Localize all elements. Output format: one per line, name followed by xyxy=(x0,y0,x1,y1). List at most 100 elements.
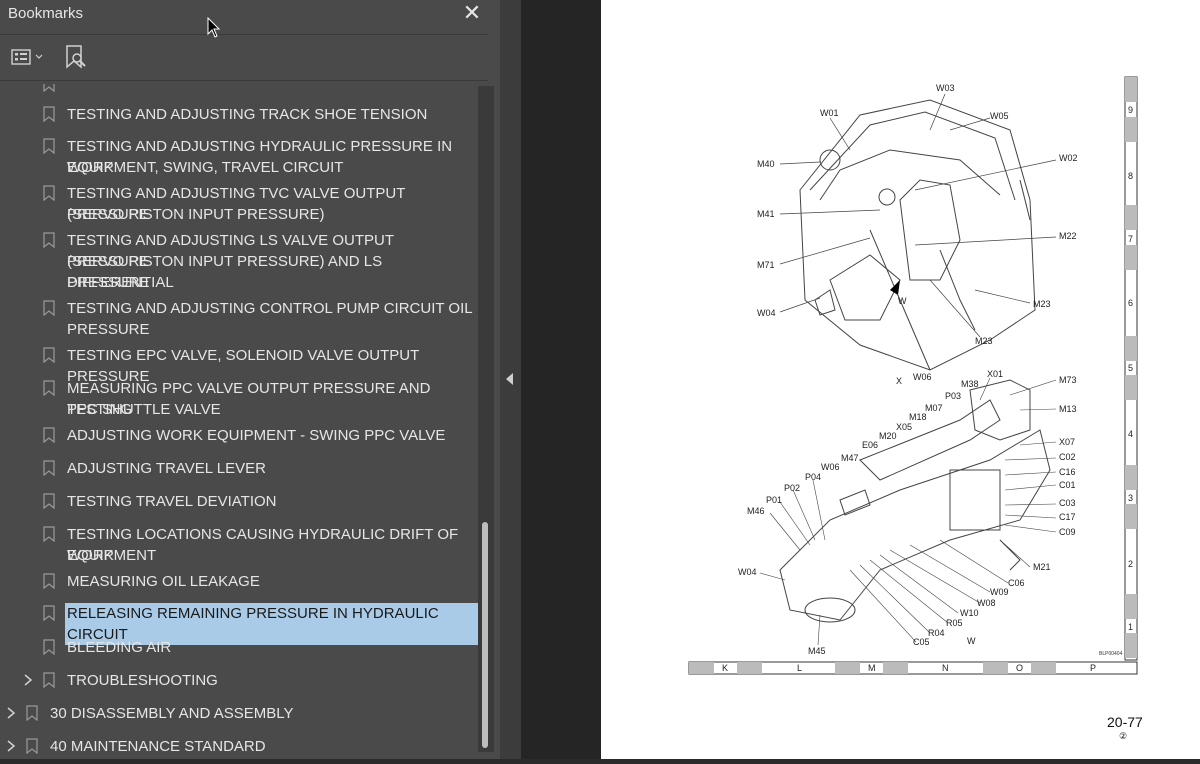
list-item[interactable]: TESTING AND ADJUSTING CONTROL PUMP CIRCU… xyxy=(0,298,478,342)
document-page: W03 W01 W05 M40 W02 M41 M22 M71 W W04 M2… xyxy=(601,0,1200,759)
diagram-label: W09 xyxy=(990,587,1009,597)
list-item[interactable]: ADJUSTING TRAVEL LEVER xyxy=(0,458,478,482)
border-number: 9 xyxy=(1128,105,1133,115)
panel-header: Bookmarks ✕ xyxy=(0,0,500,34)
list-item[interactable]: BLEEDING AIR xyxy=(0,637,478,661)
diagram-label: M20 xyxy=(879,431,897,441)
diagram-label: M38 xyxy=(961,379,979,389)
bookmark-label: 30 DISASSEMBLY AND ASSEMBLY xyxy=(50,705,294,722)
diagram-label: W04 xyxy=(757,308,776,318)
list-item[interactable]: TESTING LOCATIONS CAUSING HYDRAULIC DRIF… xyxy=(0,524,478,568)
diagram-label: C05 xyxy=(913,637,930,647)
list-item[interactable]: TESTING AND ADJUSTING TRACK SHOE TENSION xyxy=(0,104,478,128)
list-item[interactable]: TESTING AND ADJUSTING TVC VALVE OUTPUT P… xyxy=(0,183,478,227)
collapse-panel-icon[interactable] xyxy=(506,373,513,385)
diagram-label: W04 xyxy=(738,567,757,577)
bookmark-label: TESTING TRAVEL DEVIATION xyxy=(67,493,277,510)
list-item[interactable]: 30 DISASSEMBLY AND ASSEMBLY xyxy=(0,703,478,727)
diagram-label: M45 xyxy=(808,646,826,656)
bookmark-icon xyxy=(43,427,55,443)
document-background xyxy=(521,0,601,759)
border-letter: M xyxy=(868,663,876,673)
bookmark-icon xyxy=(43,493,55,509)
list-item[interactable]: ADJUSTING WORK EQUIPMENT - SWING PPC VAL… xyxy=(0,425,478,449)
diagram-label: M73 xyxy=(1059,375,1077,385)
border-letter: O xyxy=(1016,663,1023,673)
list-options-icon xyxy=(11,49,43,65)
list-item[interactable]: TESTING AND ADJUSTING HYDRAULIC PRESSURE… xyxy=(0,136,478,180)
scrollbar-thumb[interactable] xyxy=(482,522,488,748)
diagram-label: M21 xyxy=(1033,562,1051,572)
border-letter: N xyxy=(942,663,949,673)
bookmark-icon xyxy=(43,605,55,621)
page-revision-mark: ② xyxy=(1119,731,1128,741)
diagram-label: W05 xyxy=(990,111,1009,121)
diagram-label: E06 xyxy=(862,440,878,450)
diagram-label: M40 xyxy=(757,159,775,169)
border-number: 4 xyxy=(1128,429,1133,439)
bookmark-icon xyxy=(43,84,55,92)
chevron-right-icon[interactable] xyxy=(23,674,33,686)
diagram-label: M23 xyxy=(1033,299,1051,309)
diagram-label: X05 xyxy=(896,422,912,432)
bookmark-label: TESTING AND ADJUSTING TRACK SHOE TENSION xyxy=(67,106,428,123)
chevron-right-icon[interactable] xyxy=(6,707,16,719)
diagram-label: M07 xyxy=(925,403,943,413)
diagram-label: C01 xyxy=(1059,480,1076,490)
wiring-diagram: W03 W01 W05 M40 W02 M41 M22 M71 W W04 M2… xyxy=(688,76,1138,675)
panel-toolbar xyxy=(0,36,500,80)
chevron-right-icon[interactable] xyxy=(6,740,16,752)
diagram-code: BLP00404 xyxy=(1099,651,1123,657)
diagram-label: W xyxy=(967,636,976,646)
list-item[interactable]: TROUBLESHOOTING xyxy=(0,670,478,694)
bookmark-icon xyxy=(43,106,55,122)
bookmark-label-line2: PRESSURE xyxy=(67,321,150,338)
diagram-label: X07 xyxy=(1059,437,1075,447)
list-item[interactable]: TESTING EPC VALVE, SOLENOID VALVE OUTPUT… xyxy=(0,345,478,385)
bookmark-label-line2: EQUIPMENT, SWING, TRAVEL CIRCUIT xyxy=(67,159,344,176)
bookmark-scrollbar[interactable] xyxy=(478,86,494,752)
diagram-label: C17 xyxy=(1059,512,1076,522)
bookmark-icon xyxy=(26,738,38,754)
bookmark-label-line2: EQUIPMENT xyxy=(67,547,157,564)
list-item[interactable]: 40 MAINTENANCE STANDARD xyxy=(0,736,478,759)
diagram-label: W08 xyxy=(977,598,996,608)
find-bookmark-icon xyxy=(66,45,86,69)
border-letter: K xyxy=(722,663,728,673)
diagram-label: M47 xyxy=(841,453,859,463)
close-icon[interactable]: ✕ xyxy=(461,1,483,25)
bookmark-label: TESTING AND ADJUSTING CONTROL PUMP CIRCU… xyxy=(67,300,473,317)
diagram-label: P02 xyxy=(784,483,800,493)
bookmark-label: MEASURING OIL LEAKAGE xyxy=(67,573,260,590)
bookmark-icon xyxy=(43,526,55,542)
border-letter: L xyxy=(797,663,802,673)
list-item[interactable]: TESTING AND ADJUSTING LS VALVE OUTPUT PR… xyxy=(0,230,478,295)
diagram-label: R04 xyxy=(928,628,945,638)
bookmark-icon xyxy=(43,138,55,154)
bookmark-label: TROUBLESHOOTING xyxy=(67,672,218,689)
page-number: 20-77 xyxy=(1107,714,1143,730)
list-item[interactable]: TESTING TRAVEL DEVIATION xyxy=(0,491,478,515)
list-options-button[interactable] xyxy=(8,42,46,72)
bookmark-icon xyxy=(43,380,55,396)
list-item[interactable]: MEASURING PPC VALVE OUTPUT PRESSURE AND … xyxy=(0,378,478,422)
bookmark-icon xyxy=(43,347,55,363)
bookmark-label-line2: PPC SHUTTLE VALVE xyxy=(67,401,221,418)
diagram-label: M41 xyxy=(757,209,775,219)
bookmark-list: TESTING AND ADJUSTING TRACK SHOE TENSION… xyxy=(0,82,478,759)
diagram-label: X01 xyxy=(987,369,1003,379)
list-item[interactable]: MEASURING OIL LEAKAGE xyxy=(0,571,478,595)
diagram-label: M18 xyxy=(909,412,927,422)
diagram-label: P04 xyxy=(805,472,821,482)
bookmark-label-line3: PRESSURE xyxy=(67,274,150,291)
find-bookmark-button[interactable] xyxy=(60,42,90,72)
bookmark-icon xyxy=(43,460,55,476)
diagram-label: W06 xyxy=(821,462,840,472)
list-item-selected[interactable]: RELEASING REMAINING PRESSURE IN HYDRAULI… xyxy=(0,603,478,645)
bookmark-icon xyxy=(43,185,55,201)
diagram-label: P01 xyxy=(766,495,782,505)
diagram-label: X xyxy=(896,376,902,386)
bookmark-icon xyxy=(43,232,55,248)
bookmark-icon xyxy=(43,639,55,655)
diagram-label: W06 xyxy=(913,372,932,382)
